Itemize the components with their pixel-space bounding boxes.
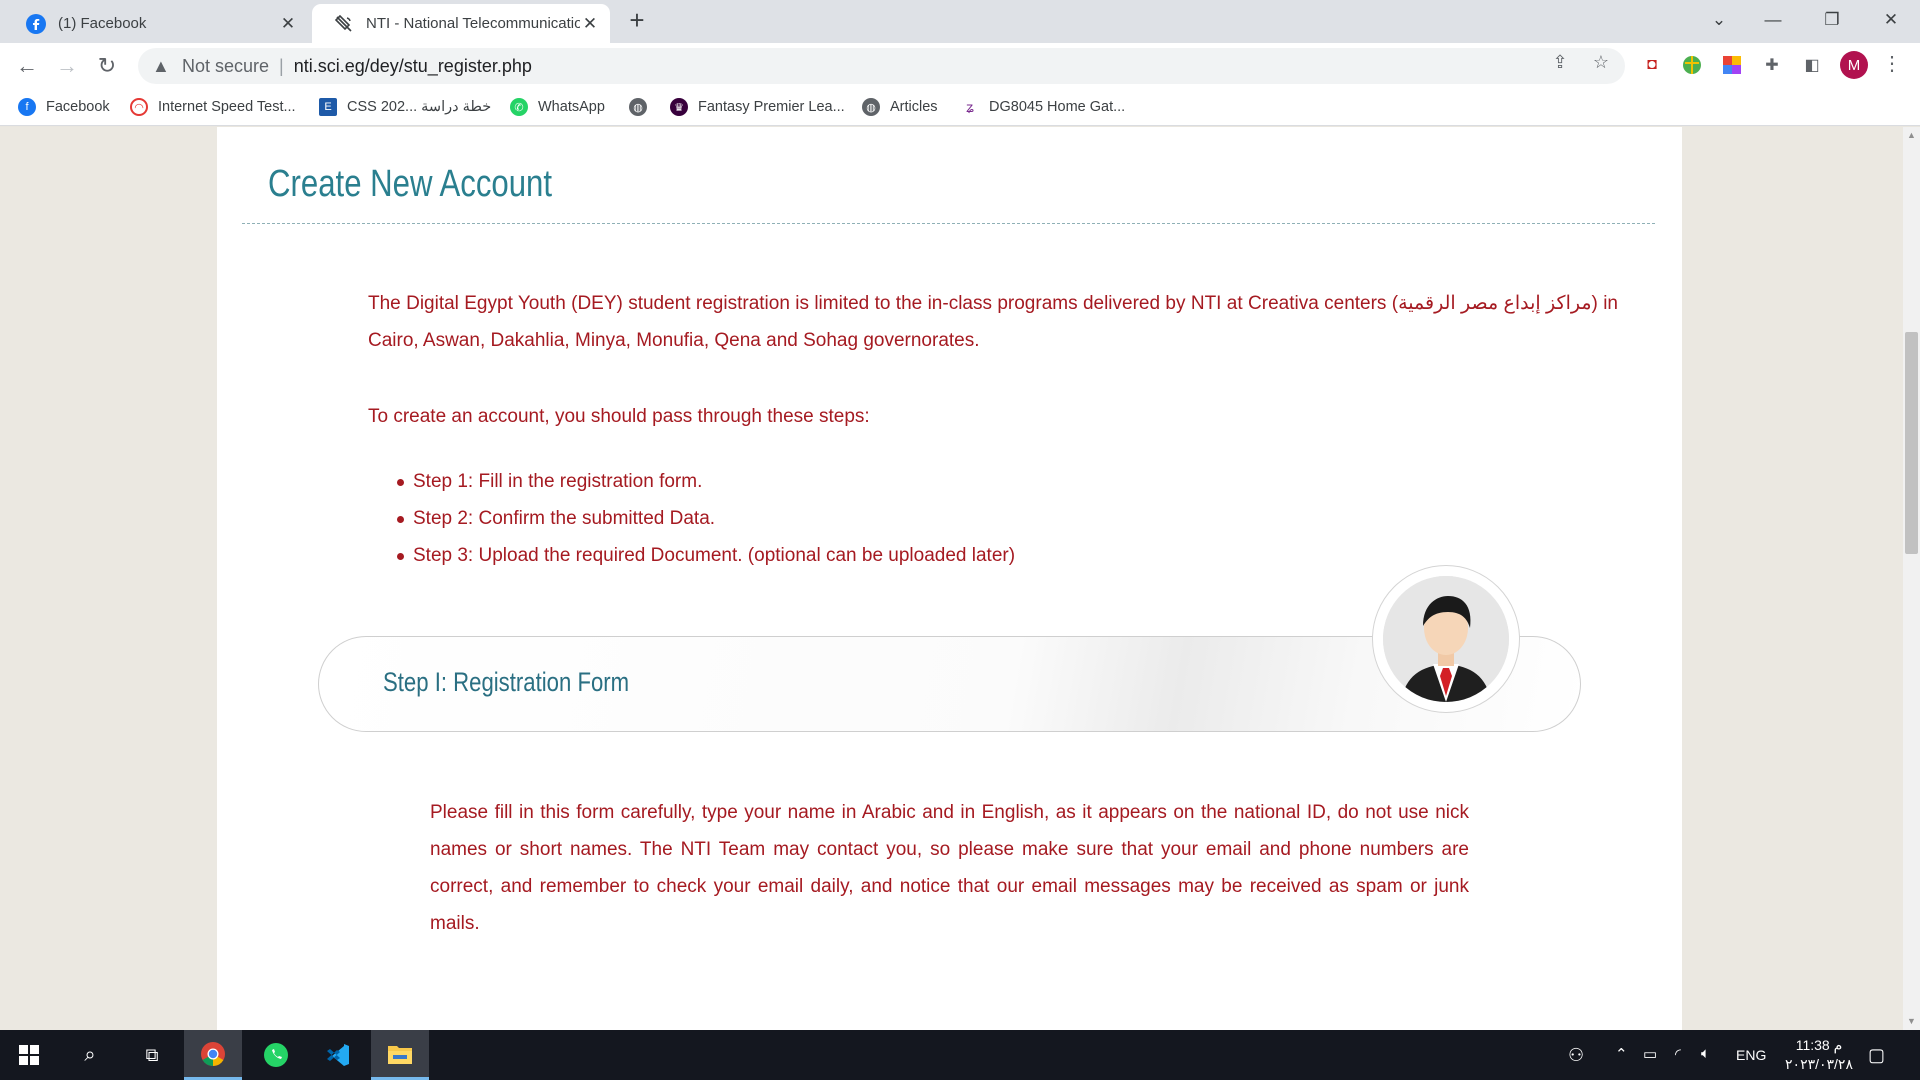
battery-icon[interactable]: ▭ (1643, 1045, 1657, 1063)
windows-taskbar: ⌕ ⧉ ⚇ ⌃ ▭ ◜ 🔈︎ ENG 11:38 م ٢٠٢٣/٠٣/٢٨ ▢ (0, 1030, 1920, 1080)
chevron-up-icon[interactable]: ⌃ (1615, 1045, 1628, 1063)
whatsapp-icon: ✆ (510, 98, 528, 116)
file-explorer-icon[interactable] (371, 1030, 429, 1080)
clock-time: 11:38 م (1795, 1037, 1843, 1053)
title-divider (242, 223, 1655, 224)
page-title: Create New Account (268, 163, 553, 205)
scrollbar-thumb[interactable] (1905, 332, 1918, 554)
bookmark-whatsapp[interactable]: ✆ WhatsApp (510, 96, 605, 118)
extensions-puzzle-icon[interactable]: ✚ (1760, 53, 1784, 77)
extension-color-icon[interactable] (1720, 53, 1744, 77)
tab-nti[interactable]: NTI - National Telecommunications Instit… (312, 4, 610, 43)
profile-avatar[interactable]: M (1840, 51, 1868, 79)
tab-search-chevron-icon[interactable]: ⌄ (1690, 0, 1748, 40)
bookmark-label: Facebook (46, 99, 110, 115)
restore-button[interactable]: ❐ (1803, 0, 1861, 40)
bookmark-router[interactable]: ʑ DG8045 Home Gat... (961, 96, 1125, 118)
facebook-icon: f (18, 98, 36, 116)
system-clock[interactable]: 11:38 م ٢٠٢٣/٠٣/٢٨ (1774, 1036, 1864, 1074)
more-menu-icon[interactable]: ⋮ (1882, 51, 1902, 79)
new-tab-button[interactable]: + (622, 6, 652, 36)
bookmarks-bar: f Facebook ◠ Internet Speed Test... E CSS 2… (0, 88, 1920, 126)
search-icon[interactable]: ⌕ (62, 1030, 118, 1080)
bookmark-label: CSS 202... خطة دراسة (347, 99, 492, 115)
tab-facebook[interactable]: (1) Facebook ✕ (4, 4, 308, 43)
address-bar[interactable]: ▲ Not secure | nti.sci.eg/dey/stu_regist… (138, 48, 1625, 84)
bookmark-star-icon[interactable]: ☆ (1590, 52, 1612, 74)
list-item: Step 3: Upload the required Document. (o… (396, 537, 1015, 574)
page-scrollbar[interactable]: ▲ ▼ (1903, 127, 1920, 1030)
user-avatar-illustration (1372, 565, 1520, 713)
router-icon: ʑ (961, 98, 979, 116)
tab-title: NTI - National Telecommunications Instit… (366, 15, 580, 32)
bookmark-fantasy-premier-league[interactable]: ♛ Fantasy Premier Lea... (670, 96, 845, 118)
back-button[interactable]: ← (10, 49, 44, 83)
minimize-button[interactable]: — (1744, 0, 1802, 40)
close-tab-icon[interactable]: ✕ (580, 14, 600, 34)
people-icon[interactable]: ⚇ (1568, 1045, 1584, 1066)
notification-icon[interactable]: ▢ (1868, 1045, 1885, 1066)
security-label[interactable]: Not secure (182, 56, 269, 77)
reload-button[interactable]: ↻ (90, 49, 124, 83)
tab-strip: (1) Facebook ✕ NTI - National Telecommun… (0, 0, 1920, 43)
task-view-icon[interactable]: ⧉ (124, 1030, 180, 1080)
bookmark-facebook[interactable]: f Facebook (18, 96, 110, 118)
scroll-up-icon[interactable]: ▲ (1906, 130, 1917, 141)
speedtest-icon: ◠ (130, 98, 148, 116)
globe-icon: ◍ (862, 98, 880, 116)
step-title: Step I: Registration Form (383, 667, 630, 697)
bookmark-label: Internet Speed Test... (158, 99, 296, 115)
form-instructions: Please fill in this form carefully, type… (430, 802, 1469, 934)
bookmark-label: Fantasy Premier Lea... (698, 99, 845, 115)
steps-list: Step 1: Fill in the registration form. S… (396, 463, 1015, 574)
start-icon[interactable] (0, 1030, 58, 1080)
bookmark-speedtest[interactable]: ◠ Internet Speed Test... (130, 96, 296, 118)
facebook-icon (26, 13, 46, 34)
side-panel-icon[interactable]: ◧ (1800, 53, 1824, 77)
bookmark-label: Articles (890, 99, 938, 115)
businessman-icon (1383, 576, 1509, 702)
bookmark-label: WhatsApp (538, 99, 605, 115)
bookmark-css[interactable]: E CSS 202... خطة دراسة (319, 96, 491, 118)
language-indicator[interactable]: ENG (1736, 1047, 1766, 1063)
extension-globe-icon[interactable] (1680, 53, 1704, 77)
main-content: Create New Account The Digital Egypt You… (217, 127, 1682, 1030)
forward-button[interactable]: → (50, 49, 84, 83)
nti-satellite-icon (334, 14, 352, 32)
close-window-button[interactable]: ✕ (1862, 0, 1920, 40)
url-text[interactable]: nti.sci.eg/dey/stu_register.php (294, 56, 532, 77)
extension-shield-icon[interactable]: ◘ (1640, 53, 1664, 77)
list-item: Step 2: Confirm the submitted Data. (396, 500, 1015, 537)
page-viewport: Create New Account The Digital Egypt You… (0, 127, 1903, 1030)
e-icon: E (319, 98, 337, 116)
bookmark-articles[interactable]: ◍ Articles (862, 96, 938, 118)
bookmark-label: DG8045 Home Gat... (989, 99, 1126, 115)
tab-title: (1) Facebook (58, 15, 147, 32)
globe-icon: ◍ (629, 98, 647, 116)
list-item: Step 1: Fill in the registration form. (396, 463, 1015, 500)
close-tab-icon[interactable]: ✕ (278, 14, 298, 34)
share-icon[interactable]: ⇪ (1549, 52, 1571, 74)
vscode-icon[interactable] (309, 1030, 367, 1080)
separator: | (279, 55, 284, 76)
warning-icon: ▲ (152, 55, 170, 76)
wifi-icon[interactable]: ◜ (1675, 1045, 1681, 1063)
chrome-icon[interactable] (184, 1030, 242, 1080)
browser-toolbar: ← → ↻ ▲ Not secure | nti.sci.eg/dey/stu_… (0, 43, 1920, 88)
volume-icon[interactable]: 🔈︎ (1701, 1045, 1710, 1062)
scroll-down-icon[interactable]: ▼ (1906, 1016, 1917, 1027)
clock-date: ٢٠٢٣/٠٣/٢٨ (1785, 1056, 1853, 1072)
bookmark-globe[interactable]: ◍ (629, 96, 657, 118)
intro-paragraph: The Digital Egypt Youth (DEY) student re… (368, 293, 1618, 351)
whatsapp-icon[interactable] (247, 1030, 305, 1080)
steps-intro: To create an account, you should pass th… (368, 406, 870, 427)
premier-league-icon: ♛ (670, 98, 688, 116)
